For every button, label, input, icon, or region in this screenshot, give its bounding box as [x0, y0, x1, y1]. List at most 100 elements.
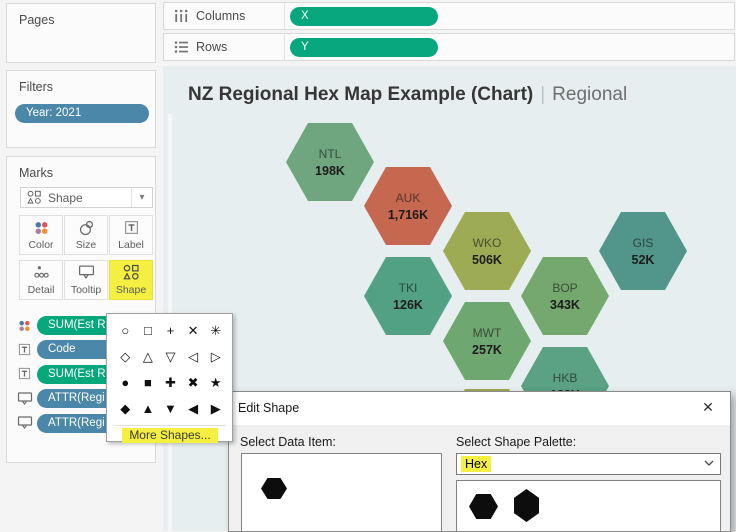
mark-type-dropdown[interactable]: Shape ▾ — [20, 187, 153, 208]
hex-region-code: WKO — [473, 236, 502, 250]
palette-shapes-box[interactable] — [456, 480, 721, 532]
chart-title-separator: | — [533, 84, 552, 105]
edit-shape-dialog: Edit Shape ✕ Select Data Item: Select Sh… — [228, 391, 731, 532]
chart-title: NZ Regional Hex Map Example (Chart)|Regi… — [188, 84, 627, 106]
rows-shelf[interactable]: Rows Y — [163, 33, 735, 61]
shape-option-0-3[interactable]: ✕ — [182, 318, 205, 344]
detail-icon — [20, 264, 62, 284]
shape-option-2-1[interactable]: ■ — [137, 370, 160, 396]
color-icon — [20, 219, 62, 239]
shape-option-3-2[interactable]: ▼ — [159, 396, 182, 422]
select-data-item-label: Select Data Item: — [240, 435, 336, 449]
shelf-divider — [284, 34, 285, 60]
hex-mark-auk[interactable]: AUK 1,716K — [364, 167, 452, 245]
shape-glyph-grid: ○□+✕✳ ◇△▽◁▷ ●■✚✖★ ◆▲▼◀▶ — [114, 318, 227, 422]
hex-region-code: TKI — [399, 281, 418, 295]
columns-shelf[interactable]: Columns X — [163, 2, 735, 30]
chevron-down-icon[interactable]: ▾ — [131, 188, 152, 207]
shape-option-1-3[interactable]: ◁ — [182, 344, 205, 370]
shape-option-1-4[interactable]: ▷ — [204, 344, 227, 370]
hex-region-code: MWT — [473, 326, 502, 340]
hex-population-value: 126K — [393, 298, 423, 312]
hex-population-value: 506K — [472, 253, 502, 267]
color-legend-icon[interactable] — [17, 318, 37, 334]
shape-option-0-2[interactable]: + — [159, 318, 182, 344]
pages-title: Pages — [7, 4, 155, 27]
select-shape-palette-label: Select Shape Palette: — [456, 435, 576, 449]
hexagon-flat-shape[interactable] — [469, 494, 498, 519]
hex-population-value: 343K — [550, 298, 580, 312]
mark-type-value: Shape — [42, 191, 131, 205]
popup-divider — [113, 425, 226, 426]
tooltip-icon[interactable] — [17, 415, 37, 431]
detail-button[interactable]: Detail — [19, 260, 63, 300]
tooltip-icon[interactable] — [17, 391, 37, 407]
label-icon — [110, 219, 152, 239]
shape-palette-combobox[interactable]: Hex — [456, 453, 721, 475]
hex-mark-mwt[interactable]: MWT 257K — [443, 302, 531, 380]
shape-option-3-4[interactable]: ▶ — [204, 396, 227, 422]
hex-region-code: GIS — [633, 236, 654, 250]
hex-population-value: 1,716K — [388, 208, 428, 222]
data-item-listbox[interactable] — [241, 453, 442, 532]
shape-option-1-1[interactable]: △ — [137, 344, 160, 370]
rows-pill-y[interactable]: Y — [290, 38, 438, 57]
palette-value: Hex — [461, 456, 491, 472]
hexagon-data-item[interactable] — [261, 478, 287, 499]
hex-population-value: 257K — [472, 343, 502, 357]
size-button[interactable]: Size — [64, 215, 108, 255]
shape-mark-icon — [27, 190, 42, 205]
hex-region-code: AUK — [396, 191, 421, 205]
shape-option-2-3[interactable]: ✖ — [182, 370, 205, 396]
shape-option-2-2[interactable]: ✚ — [159, 370, 182, 396]
shape-option-3-0[interactable]: ◆ — [114, 396, 137, 422]
dialog-titlebar[interactable] — [229, 392, 730, 425]
hex-mark-wko[interactable]: WKO 506K — [443, 212, 531, 290]
hex-mark-ntl[interactable]: NTL 198K — [286, 123, 374, 201]
shape-option-0-1[interactable]: □ — [137, 318, 160, 344]
shape-option-1-2[interactable]: ▽ — [159, 344, 182, 370]
chart-title-subtitle: Regional — [552, 84, 627, 105]
shape-option-1-0[interactable]: ◇ — [114, 344, 137, 370]
color-button[interactable]: Color — [19, 215, 63, 255]
columns-pill-x[interactable]: X — [290, 7, 438, 26]
shape-palette-popup: ○□+✕✳ ◇△▽◁▷ ●■✚✖★ ◆▲▼◀▶ More Shapes... — [106, 313, 233, 442]
shape-option-2-0[interactable]: ● — [114, 370, 137, 396]
rows-label: Rows — [196, 40, 227, 54]
shape-icon — [110, 264, 152, 284]
columns-icon — [174, 9, 190, 23]
filter-pill-year[interactable]: Year: 2021 — [15, 104, 149, 123]
shape-option-0-4[interactable]: ✳ — [204, 318, 227, 344]
shape-option-0-0[interactable]: ○ — [114, 318, 137, 344]
shelf-divider — [284, 3, 285, 29]
tooltip-button[interactable]: Tooltip — [64, 260, 108, 300]
shape-option-3-3[interactable]: ◀ — [182, 396, 205, 422]
marks-title: Marks — [7, 157, 155, 180]
hex-mark-bop[interactable]: BOP 343K — [521, 257, 609, 335]
size-icon — [65, 219, 107, 239]
shape-button[interactable]: Shape — [109, 260, 153, 300]
tooltip-icon — [65, 264, 107, 284]
more-shapes-menu-item[interactable]: More Shapes... — [122, 428, 218, 443]
text-label-icon[interactable] — [17, 342, 37, 358]
hexagon-pointy-shape[interactable] — [514, 489, 539, 522]
close-icon[interactable]: ✕ — [698, 399, 718, 416]
rows-icon — [174, 40, 190, 54]
chevron-down-icon[interactable] — [704, 460, 714, 466]
shape-option-2-4[interactable]: ★ — [204, 370, 227, 396]
text-label-icon[interactable] — [17, 366, 37, 382]
dialog-title: Edit Shape — [238, 401, 299, 415]
hex-region-code: BOP — [552, 281, 577, 295]
filters-shelf[interactable]: Filters Year: 2021 — [6, 70, 156, 148]
label-button[interactable]: Label — [109, 215, 153, 255]
hex-mark-tki[interactable]: TKI 126K — [364, 257, 452, 335]
pages-shelf[interactable]: Pages — [6, 3, 156, 63]
hex-population-value: 198K — [315, 164, 345, 178]
shape-option-3-1[interactable]: ▲ — [137, 396, 160, 422]
hex-region-code: HKB — [553, 371, 578, 385]
columns-label: Columns — [196, 9, 245, 23]
chart-title-main: NZ Regional Hex Map Example (Chart) — [188, 84, 533, 105]
hex-region-code: NTL — [319, 147, 342, 161]
hex-mark-gis[interactable]: GIS52K — [599, 212, 687, 290]
filters-title: Filters — [7, 71, 155, 94]
